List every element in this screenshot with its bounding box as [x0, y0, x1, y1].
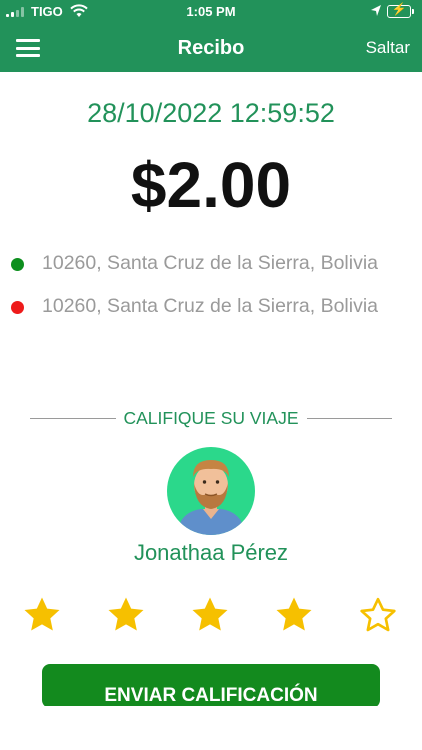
star-5-icon[interactable]: [358, 595, 398, 635]
star-2-icon[interactable]: [106, 595, 146, 635]
driver-avatar: [167, 447, 255, 535]
battery-icon: ⚡: [387, 2, 414, 18]
destination-address: 10260, Santa Cruz de la Sierra, Bolivia: [11, 295, 416, 325]
clock-label: 1:05 PM: [186, 4, 236, 19]
rating-heading-label: CALIFIQUE SU VIAJE: [123, 408, 299, 428]
star-4-icon[interactable]: [274, 595, 314, 635]
origin-dot-icon: [11, 258, 24, 271]
destination-address-text: 10260, Santa Cruz de la Sierra, Bolivia: [42, 295, 379, 317]
origin-address: 10260, Santa Cruz de la Sierra, Bolivia: [11, 252, 416, 282]
star-1-icon[interactable]: [22, 595, 62, 635]
star-3-icon[interactable]: [190, 595, 230, 635]
page-title: Recibo: [177, 37, 245, 59]
bottom-fade: [0, 706, 422, 750]
submit-rating-button[interactable]: ENVIAR CALIFICACIÓN: [42, 664, 380, 708]
origin-address-text: 10260, Santa Cruz de la Sierra, Bolivia: [42, 252, 379, 274]
receipt-datetime: 28/10/2022 12:59:52: [87, 98, 335, 128]
receipt-amount: $2.00: [130, 149, 292, 221]
location-arrow-icon: [370, 4, 382, 20]
app-header: TIGO 1:05 PM ⚡ Recibo Saltar: [0, 0, 422, 72]
skip-button[interactable]: Saltar: [366, 38, 410, 58]
rating-heading: CALIFIQUE SU VIAJE: [30, 408, 392, 430]
destination-dot-icon: [11, 301, 24, 314]
status-bar: TIGO 1:05 PM ⚡: [0, 0, 422, 24]
driver-name: Jonathaa Pérez: [133, 540, 289, 565]
